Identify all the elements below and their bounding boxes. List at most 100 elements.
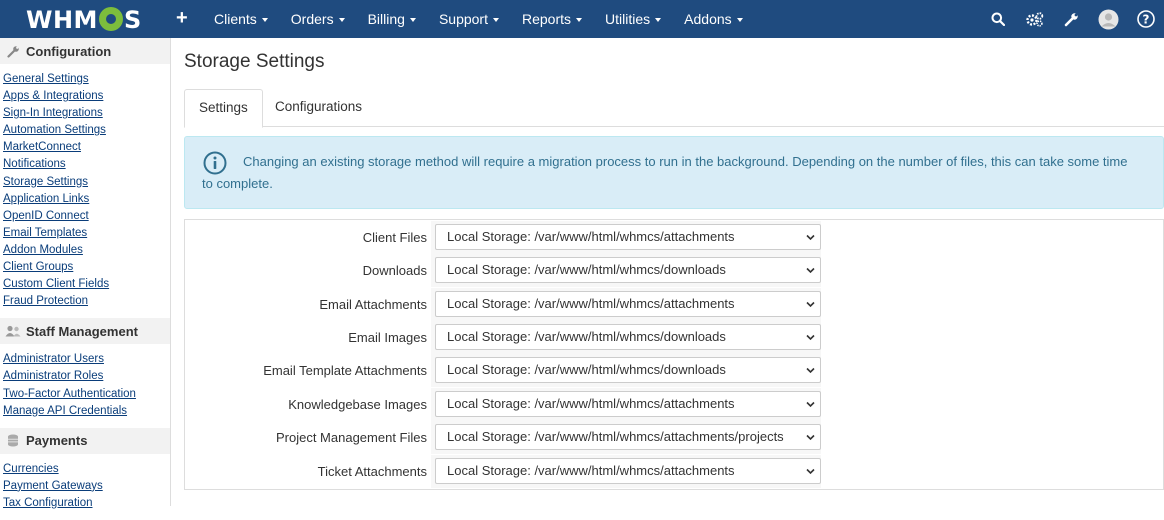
storage-select[interactable]: Local Storage: /var/www/html/whmcs/attac… (435, 424, 821, 450)
gears-icon[interactable] (1016, 0, 1053, 38)
nav-right-icons: ? (979, 0, 1164, 38)
menu-label: Orders (290, 11, 334, 27)
form-row: Client Files Local Storage: /var/www/html… (185, 221, 1161, 254)
sidebar-section-payments: Payments (0, 427, 170, 454)
sidebar-section-staff-management: Staff Management (0, 318, 170, 345)
caret-down-icon (493, 18, 499, 23)
menu-label: Utilities (605, 11, 651, 27)
menu-label: Support (438, 11, 488, 27)
sidebar: Configuration General Settings Apps & In… (0, 38, 171, 509)
field-cell: Local Storage: /var/www/html/whmcs/attac… (431, 288, 821, 321)
storage-select[interactable]: Local Storage: /var/www/html/whmcs/downl… (435, 324, 821, 350)
sidebar-link-notifications[interactable]: Notifications (3, 156, 170, 173)
caret-down-icon (338, 18, 345, 23)
caret-down-icon (409, 18, 416, 23)
svg-text:?: ? (1142, 13, 1149, 27)
field-label: Email Images (348, 330, 427, 345)
whmcs-logo[interactable]: WHM S (26, 4, 142, 34)
wrench-icon (5, 44, 21, 58)
search-icon[interactable] (979, 0, 1016, 38)
user-avatar-icon[interactable] (1090, 0, 1127, 38)
sidebar-link-marketconnect[interactable]: MarketConnect (3, 139, 170, 156)
select-value: Local Storage: /var/www/html/whmcs/attac… (447, 396, 735, 411)
form-row: Project Management Files Local Storage: /… (185, 421, 1161, 454)
sidebar-link-openid-connect[interactable]: OpenID Connect (3, 208, 170, 225)
menu-reports[interactable]: Reports (522, 11, 583, 27)
select-value: Local Storage: /var/www/html/whmcs/attac… (447, 229, 735, 244)
info-alert: Changing an existing storage method will… (184, 136, 1164, 209)
tab-configurations[interactable]: Configurations (261, 89, 376, 127)
field-label: Email Attachments (319, 297, 427, 312)
sidebar-link-application-links[interactable]: Application Links (3, 191, 170, 208)
field-label: Ticket Attachments (317, 464, 427, 479)
storage-select[interactable]: Local Storage: /var/www/html/whmcs/attac… (435, 458, 821, 484)
chevron-down-icon (806, 267, 815, 274)
sidebar-link-payment-gateways[interactable]: Payment Gateways (3, 478, 170, 495)
sidebar-link-two-factor-auth[interactable]: Two-Factor Authentication (3, 386, 170, 403)
menu-utilities[interactable]: Utilities (605, 11, 662, 27)
select-value: Local Storage: /var/www/html/whmcs/attac… (447, 463, 735, 478)
chevron-down-icon (806, 401, 815, 408)
sidebar-link-sign-in-integrations[interactable]: Sign-In Integrations (3, 105, 170, 122)
sidebar-link-currencies[interactable]: Currencies (3, 461, 170, 478)
field-cell: Local Storage: /var/www/html/whmcs/downl… (431, 321, 821, 354)
sidebar-link-tax-configuration[interactable]: Tax Configuration (3, 495, 170, 512)
storage-select[interactable]: Local Storage: /var/www/html/whmcs/downl… (435, 357, 821, 383)
top-navbar: WHM S + Clients Orders Billing Support Re… (0, 0, 1164, 38)
sidebar-link-manage-api-credentials[interactable]: Manage API Credentials (3, 403, 170, 420)
page-title: Storage Settings (184, 51, 325, 72)
menu-orders[interactable]: Orders (291, 11, 345, 27)
sidebar-link-fraud-protection[interactable]: Fraud Protection (3, 293, 170, 310)
sidebar-links-staff: Administrator Users Administrator Roles … (0, 344, 170, 427)
help-icon[interactable]: ? (1127, 0, 1164, 38)
logo-gear-icon (98, 6, 123, 31)
field-cell: Local Storage: /var/www/html/whmcs/downl… (431, 254, 821, 287)
select-value: Local Storage: /var/www/html/whmcs/attac… (447, 296, 735, 311)
menu-clients[interactable]: Clients (214, 11, 268, 27)
sidebar-link-custom-client-fields[interactable]: Custom Client Fields (3, 276, 170, 293)
sidebar-link-administrator-roles[interactable]: Administrator Roles (3, 368, 170, 385)
caret-down-icon (576, 18, 583, 23)
storage-select[interactable]: Local Storage: /var/www/html/whmcs/attac… (435, 291, 821, 317)
field-label: Client Files (362, 230, 427, 245)
form-row: Knowledgebase Images Local Storage: /var/… (185, 388, 1161, 421)
caret-down-icon (261, 18, 268, 23)
sidebar-link-general-settings[interactable]: General Settings (3, 71, 170, 88)
menu-support[interactable]: Support (439, 11, 499, 27)
field-label: Knowledgebase Images (288, 397, 427, 412)
storage-settings-form: Client Files Local Storage: /var/www/html… (184, 219, 1164, 490)
menu-addons[interactable]: Addons (684, 11, 743, 27)
storage-select[interactable]: Local Storage: /var/www/html/whmcs/attac… (435, 391, 821, 417)
field-cell: Local Storage: /var/www/html/whmcs/attac… (431, 221, 821, 254)
coins-icon (5, 434, 21, 448)
sidebar-link-administrator-users[interactable]: Administrator Users (3, 351, 170, 368)
sidebar-links-payments: Currencies Payment Gateways Tax Configur… (0, 454, 170, 520)
form-row: Downloads Local Storage: /var/www/html/wh… (185, 254, 1161, 287)
main-menu: Clients Orders Billing Support Reports U… (214, 0, 766, 38)
form-row: Email Attachments Local Storage: /var/www… (185, 288, 1161, 321)
chevron-down-icon (806, 334, 815, 341)
chevron-down-icon (806, 367, 815, 374)
field-label: Downloads (362, 263, 427, 278)
quick-add-button[interactable]: + (176, 7, 188, 29)
menu-label: Billing (367, 11, 405, 27)
sidebar-link-storage-settings[interactable]: Storage Settings (3, 174, 170, 191)
sidebar-link-automation-settings[interactable]: Automation Settings (3, 122, 170, 139)
sidebar-link-apps-integrations[interactable]: Apps & Integrations (3, 88, 170, 105)
storage-select[interactable]: Local Storage: /var/www/html/whmcs/downl… (435, 257, 821, 283)
tab-settings[interactable]: Settings (184, 89, 263, 128)
field-cell: Local Storage: /var/www/html/whmcs/attac… (431, 421, 821, 454)
storage-select[interactable]: Local Storage: /var/www/html/whmcs/attac… (435, 224, 821, 250)
form-row: Ticket Attachments Local Storage: /var/ww… (185, 455, 1161, 488)
wrench-icon[interactable] (1053, 0, 1090, 38)
sidebar-link-client-groups[interactable]: Client Groups (3, 259, 170, 276)
sidebar-section-title: Staff Management (26, 323, 138, 339)
menu-billing[interactable]: Billing (368, 11, 416, 27)
sidebar-link-email-templates[interactable]: Email Templates (3, 225, 170, 242)
sidebar-link-addon-modules[interactable]: Addon Modules (3, 242, 170, 259)
sidebar-section-title: Configuration (26, 43, 112, 59)
chevron-down-icon (806, 234, 815, 241)
sidebar-section-title: Payments (26, 433, 88, 449)
select-value: Local Storage: /var/www/html/whmcs/downl… (447, 262, 726, 277)
tab-bar: Settings Configurations (184, 89, 1164, 128)
